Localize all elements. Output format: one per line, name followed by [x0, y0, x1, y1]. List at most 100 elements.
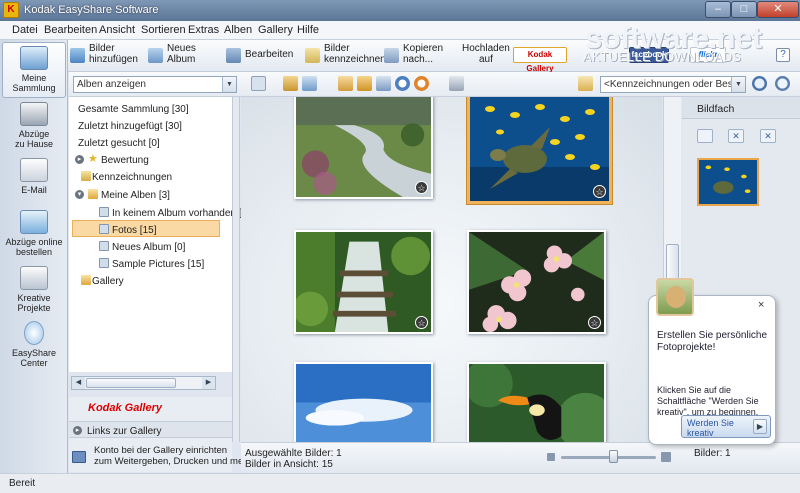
thumbnail-grid-icon[interactable] [338, 76, 353, 91]
photo-thumbnail[interactable]: ☆ [294, 97, 433, 199]
scrollbar-thumb[interactable] [666, 244, 679, 282]
mountain-stream-image [296, 97, 431, 197]
album-icon [99, 258, 109, 268]
photo-thumbnail[interactable]: ☆ [467, 230, 606, 334]
rotate-left-icon[interactable] [395, 76, 410, 91]
add-tag-icon[interactable] [578, 76, 593, 91]
scroll-left-icon[interactable]: ◀ [72, 377, 85, 389]
menu-alben[interactable]: Alben [224, 24, 252, 36]
add-pictures-button[interactable]: Bilder hinzufügen [70, 42, 140, 70]
advanced-search-icon[interactable] [775, 76, 790, 91]
rating-star-icon[interactable]: ☆ [415, 316, 428, 329]
tree-album-fotos[interactable]: Fotos [15] [112, 225, 156, 236]
popup-close-button[interactable]: × [758, 299, 764, 311]
tree-horizontal-scrollbar[interactable]: ◀ ▶ [71, 376, 216, 390]
close-button[interactable]: ✕ [757, 1, 799, 18]
slideshow-icon[interactable] [376, 76, 391, 91]
zoom-slider-thumb[interactable] [609, 450, 618, 463]
in-view-count: Bilder in Ansicht: 15 [245, 459, 333, 470]
easyshare-center-icon [24, 321, 44, 345]
status-bar: Bereit [0, 473, 800, 493]
tray-remove-icon[interactable]: ✕ [728, 129, 744, 143]
rating-star-icon[interactable]: ☆ [593, 185, 606, 198]
search-input[interactable]: <Kennzeichnungen oder Besch ▼ [600, 76, 746, 93]
tree-rating[interactable]: Bewertung [101, 155, 149, 166]
tray-clear-icon[interactable]: ✕ [760, 129, 776, 143]
expand-gallery-links-icon[interactable]: ▸ [73, 426, 82, 435]
collection-icon [20, 46, 48, 70]
menu-hilfe[interactable]: Hilfe [297, 24, 319, 36]
help-button[interactable]: ? [776, 48, 790, 62]
gallery-links[interactable]: Links zur Gallery [87, 426, 161, 437]
details-view-icon[interactable] [251, 76, 266, 91]
collapse-albums-icon[interactable]: ▾ [75, 190, 84, 199]
tree-gallery[interactable]: Gallery [92, 276, 124, 287]
album-icon [99, 241, 109, 251]
edit-button[interactable]: Bearbeiten [226, 42, 293, 70]
nav-print-at-home[interactable]: Abzüge zu Hause [2, 102, 66, 154]
nav-creative-projects[interactable]: Kreative Projekte [2, 266, 66, 318]
kodak-gallery-upload-button[interactable]: Kodak Gallery [513, 47, 567, 73]
menu-datei[interactable]: Datei [12, 24, 38, 36]
rotate-right-icon[interactable] [414, 76, 429, 91]
popup-heading: Erstellen Sie persönliche Fotoprojekte! [657, 330, 768, 353]
scrollbar-thumb[interactable] [86, 378, 176, 388]
bildfach-title: Bildfach [682, 97, 800, 119]
print-icon[interactable] [283, 76, 298, 91]
folder-icon [88, 189, 98, 199]
photo-thumbnail[interactable] [467, 362, 606, 442]
maximize-button[interactable]: □ [731, 1, 757, 18]
nav-my-collection[interactable]: Meine Sammlung [2, 42, 66, 98]
menu-extras[interactable]: Extras [188, 24, 219, 36]
expand-rating-icon[interactable]: ▸ [75, 155, 84, 164]
photo-thumbnail-selected[interactable]: ☆ [467, 97, 612, 204]
view-toolbar: Alben anzeigen ▼ <Kennzeichnungen oder B… [69, 72, 800, 97]
photo-grid: ☆ ☆ ☆ ☆ [241, 97, 662, 442]
photo-thumbnail[interactable] [294, 362, 433, 442]
nav-easyshare-center[interactable]: EasyShare Center [2, 321, 66, 373]
get-creative-button[interactable]: Werden Sie kreativ ▶ [681, 415, 771, 438]
tree-tags[interactable]: Kennzeichnungen [92, 172, 172, 183]
menu-gallery[interactable]: Gallery [258, 24, 293, 36]
search-icon[interactable] [752, 76, 767, 91]
scroll-right-icon[interactable]: ▶ [202, 377, 215, 389]
tag-pictures-button[interactable]: Bilder kennzeichnen [305, 42, 386, 70]
copy-to-button[interactable]: Kopieren nach... [384, 42, 449, 70]
tree-recently-searched[interactable]: Zuletzt gesucht [0] [78, 138, 160, 149]
zoom-out-icon[interactable] [547, 453, 555, 461]
rating-star-icon[interactable]: ☆ [415, 181, 428, 194]
edit-icon [226, 48, 241, 63]
menu-bearbeiten[interactable]: Bearbeiten [44, 24, 97, 36]
chevron-down-icon: ▼ [222, 77, 236, 92]
menu-ansicht[interactable]: Ansicht [99, 24, 135, 36]
rating-star-icon[interactable]: ☆ [588, 316, 601, 329]
tree-album-new[interactable]: Neues Album [0] [112, 242, 185, 253]
tag-icon [81, 171, 91, 181]
panel-splitter[interactable] [232, 97, 240, 442]
tree-recently-added[interactable]: Zuletzt hinzugefügt [30] [78, 121, 182, 132]
status-text: Bereit [9, 478, 36, 489]
tray-thumbnail[interactable] [697, 158, 759, 206]
share-icon[interactable] [302, 76, 317, 91]
gallery-account-link[interactable]: Konto bei der Gallery einrichten zum Wei… [94, 445, 252, 467]
tree-album-sample-pictures[interactable]: Sample Pictures [15] [112, 259, 204, 270]
menu-sortieren[interactable]: Sortieren [141, 24, 186, 36]
arrow-right-icon: ▶ [753, 419, 767, 434]
tray-view-icon[interactable] [697, 129, 713, 143]
sea-turtle-tray-image [699, 160, 757, 204]
nav-order-prints-online[interactable]: Abzüge online bestellen [2, 210, 66, 262]
nav-email[interactable]: E-Mail [2, 158, 66, 202]
tree-all-collection[interactable]: Gesamte Sammlung [30] [78, 104, 189, 115]
printer-icon [20, 102, 48, 126]
photo-thumbnail[interactable]: ☆ [294, 230, 433, 334]
tree-my-albums[interactable]: Meine Alben [3] [101, 190, 170, 201]
view-select[interactable]: Alben anzeigen ▼ [73, 76, 237, 93]
toucan-image [469, 364, 604, 442]
zoom-in-icon[interactable] [661, 452, 671, 462]
trash-icon[interactable] [449, 76, 464, 91]
info-icon[interactable] [357, 76, 372, 91]
tree-album-none[interactable]: In keinem Album vorhanden [ [112, 208, 242, 219]
plumeria-flowers-image [469, 232, 604, 332]
new-album-button[interactable]: Neues Album [148, 42, 208, 70]
minimize-button[interactable]: – [705, 1, 731, 18]
